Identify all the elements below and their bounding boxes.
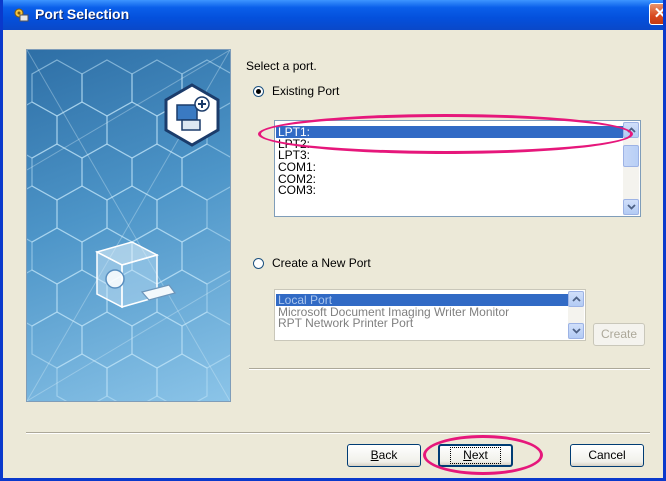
- printer-cube-icon: [94, 241, 177, 309]
- create-button[interactable]: Create: [593, 323, 645, 346]
- port-item-lpt3[interactable]: LPT3:: [276, 149, 623, 162]
- port-item-lpt2[interactable]: LPT2:: [276, 138, 623, 150]
- create-new-port-radio[interactable]: [253, 258, 264, 269]
- printer-setup-icon: [14, 8, 29, 22]
- port-type-local-port[interactable]: Local Port: [276, 294, 568, 306]
- new-port-type-list[interactable]: Local Port Microsoft Document Imaging Wr…: [274, 289, 586, 341]
- port-item-com2[interactable]: COM2:: [276, 173, 623, 185]
- existing-port-label: Existing Port: [272, 84, 340, 98]
- content-separator: [249, 368, 650, 370]
- existing-port-radio[interactable]: [253, 86, 264, 97]
- chevron-down-icon: [572, 328, 581, 334]
- add-computer-icon: [164, 83, 220, 147]
- port-item-com3[interactable]: COM3:: [276, 184, 623, 197]
- close-icon: ✕: [653, 5, 666, 22]
- back-mnemonic: B: [370, 448, 379, 462]
- back-label-rest: ack: [378, 448, 398, 462]
- chevron-up-icon: [627, 127, 636, 133]
- next-label-rest: ext: [471, 448, 488, 462]
- scroll-thumb[interactable]: [623, 145, 639, 167]
- footer-separator: [26, 432, 650, 434]
- next-mnemonic: N: [463, 448, 472, 462]
- existing-port-list[interactable]: LPT1: LPT2: LPT3: COM1: COM2: COM3:: [274, 120, 641, 217]
- wizard-banner-image: [26, 49, 231, 402]
- next-button[interactable]: Next: [438, 444, 513, 467]
- new-port-scrollbar[interactable]: [568, 291, 584, 339]
- cancel-button[interactable]: Cancel: [570, 444, 644, 467]
- radio-selected-dot: [256, 89, 261, 94]
- port-type-rpt-network[interactable]: RPT Network Printer Port: [276, 317, 568, 330]
- port-selection-dialog: Port Selection ✕ Select a port. Existing…: [0, 0, 666, 481]
- port-item-lpt1[interactable]: LPT1:: [276, 126, 623, 138]
- scroll-down-button[interactable]: [623, 199, 639, 215]
- back-button[interactable]: Back: [347, 444, 421, 467]
- port-item-com1[interactable]: COM1:: [276, 161, 623, 173]
- chevron-down-icon: [627, 204, 636, 210]
- select-port-prompt: Select a port.: [246, 59, 317, 73]
- chevron-up-icon: [572, 296, 581, 302]
- create-new-port-label: Create a New Port: [272, 256, 371, 270]
- title-bar: Port Selection ✕: [3, 0, 666, 30]
- scroll-down-button[interactable]: [568, 323, 584, 339]
- next-focus-rect: Next: [450, 447, 501, 464]
- scroll-up-button[interactable]: [568, 291, 584, 307]
- window-title: Port Selection: [35, 6, 130, 22]
- scroll-up-button[interactable]: [623, 122, 639, 138]
- existing-port-scrollbar[interactable]: [623, 122, 639, 215]
- close-button[interactable]: ✕: [649, 3, 666, 25]
